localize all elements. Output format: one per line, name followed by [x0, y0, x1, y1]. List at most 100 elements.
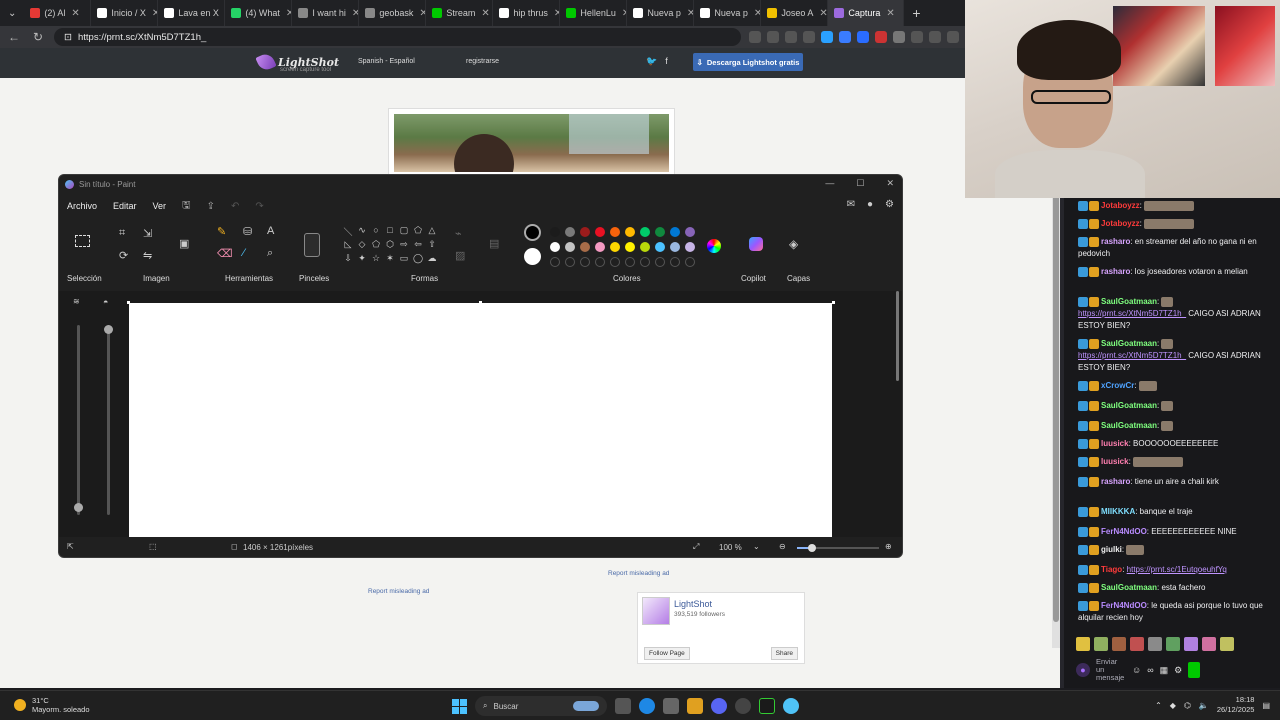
zoom-level[interactable]: 100 % [719, 543, 742, 552]
browser-tab[interactable]: (2) Al ✕ [24, 0, 92, 26]
minimize-icon[interactable]: — [825, 178, 834, 189]
chat-username[interactable]: rasharo [1101, 477, 1130, 486]
color-swatch[interactable] [580, 227, 590, 237]
callout-shape-icon[interactable]: ▭ [397, 253, 411, 267]
volume-icon[interactable]: 🔈 [1199, 701, 1209, 710]
browser-tab[interactable]: Joseo A ✕ [761, 0, 829, 26]
emote-icon[interactable] [1184, 637, 1198, 651]
tab-close-icon[interactable]: ✕ [419, 8, 425, 19]
fit-to-window-icon[interactable]: ⤢ [693, 542, 699, 552]
edit-colors-icon[interactable] [707, 239, 721, 253]
chat-username[interactable]: luusick [1101, 439, 1129, 448]
browser-tab[interactable]: Stream ✕ [426, 0, 494, 26]
screenshot-icon[interactable] [749, 31, 761, 43]
resize-icon[interactable]: ⇲ [143, 227, 152, 240]
color-swatch[interactable] [670, 242, 680, 252]
language-select[interactable]: Spanish - Español [358, 58, 415, 65]
selection-tool-icon[interactable] [75, 235, 90, 247]
color-swatch[interactable] [655, 227, 665, 237]
custom-color-slot[interactable] [595, 257, 605, 267]
browser-tab[interactable]: Lava en X✕ [158, 0, 226, 26]
color-swatch[interactable] [685, 242, 695, 252]
chat-username[interactable]: Tiago [1101, 565, 1122, 574]
triangle-shape-icon[interactable]: △ [425, 225, 439, 239]
new-tab-button[interactable]: + [904, 5, 928, 21]
menu-archivo[interactable]: Archivo [67, 201, 97, 211]
chat-username[interactable]: SaulGoatmaan [1101, 401, 1157, 410]
color-swatch[interactable] [565, 227, 575, 237]
send-button[interactable] [1188, 662, 1201, 678]
extension-icon[interactable] [821, 31, 833, 43]
oval-callout-shape-icon[interactable]: ◯ [411, 253, 425, 267]
custom-color-slot[interactable] [580, 257, 590, 267]
magnifier-icon[interactable]: ⌕ [267, 247, 273, 260]
chat-username[interactable]: rasharo [1101, 267, 1130, 276]
canvas-scrollbar[interactable] [895, 291, 900, 537]
paint-app-taskbar-icon[interactable] [783, 698, 799, 714]
copilot-icon[interactable] [749, 237, 763, 251]
color-swatch[interactable] [640, 242, 650, 252]
right-arrow-shape-icon[interactable]: ⇨ [397, 239, 411, 253]
zoom-in-icon[interactable]: ⊕ [885, 542, 892, 551]
color-swatch[interactable] [685, 227, 695, 237]
microphone-icon[interactable]: ● [1076, 663, 1090, 677]
text-icon[interactable]: A [267, 225, 274, 237]
zoom-out-icon[interactable]: ⊖ [779, 542, 786, 551]
chat-username[interactable]: SaulGoatmaan [1101, 421, 1157, 430]
custom-color-slot[interactable] [655, 257, 665, 267]
emote-icon[interactable] [1130, 637, 1144, 651]
notifications-icon[interactable]: ▤ [1262, 701, 1270, 710]
tab-close-icon[interactable]: ✕ [481, 8, 489, 19]
chat-username[interactable]: FerN4NdOO [1101, 527, 1147, 536]
rotate-icon[interactable]: ⟳ [119, 249, 128, 262]
chat-username[interactable]: Jotaboyzz [1101, 219, 1140, 228]
emote-icon[interactable] [1220, 637, 1234, 651]
crop-icon[interactable]: ⌗ [119, 227, 125, 240]
chat-username[interactable]: Jotaboyzz [1101, 201, 1140, 210]
share-icon[interactable]: ⇪ [207, 201, 215, 212]
chat-username[interactable]: MIIKKKA [1101, 507, 1135, 516]
report-ad-link[interactable]: Report misleading ad [608, 570, 669, 577]
layers-icon[interactable]: ◈ [789, 237, 798, 251]
image-effects-icon[interactable]: ▣ [179, 237, 189, 250]
file-explorer-icon[interactable] [687, 698, 703, 714]
color-swatch[interactable] [625, 242, 635, 252]
extension-icon[interactable] [893, 31, 905, 43]
cloud-callout-shape-icon[interactable]: ☁ [425, 253, 439, 267]
windows-start-icon[interactable] [452, 698, 467, 714]
color-swatch[interactable] [550, 242, 560, 252]
secondary-color[interactable] [524, 248, 541, 265]
emote-icon[interactable] [1202, 637, 1216, 651]
chat-username[interactable]: SaulGoatmaan [1101, 583, 1157, 592]
color-swatch[interactable] [610, 242, 620, 252]
puzzle-icon[interactable] [911, 31, 923, 43]
primary-color[interactable] [524, 224, 541, 241]
terminal-icon[interactable] [759, 698, 775, 714]
star4-shape-icon[interactable]: ✦ [355, 253, 369, 267]
flip-icon[interactable]: ⇋ [143, 249, 152, 262]
register-link[interactable]: registrarse [466, 58, 499, 65]
redo-icon[interactable]: ↷ [255, 201, 263, 212]
pencil-icon[interactable]: ✎ [217, 225, 226, 238]
tab-close-icon[interactable]: ✕ [886, 8, 894, 19]
back-icon[interactable]: ← [6, 30, 22, 44]
color-swatch[interactable] [595, 227, 605, 237]
screenshot-image[interactable] [388, 108, 675, 178]
color-swatch[interactable] [610, 227, 620, 237]
chat-username[interactable]: giulki [1101, 545, 1122, 554]
menu-icon[interactable] [947, 31, 959, 43]
chat-link[interactable]: https://prnt.sc/XtNm5D7TZ1h_ [1078, 309, 1186, 318]
clock[interactable]: 18:18 26/12/2025 [1217, 695, 1255, 715]
chat-settings-icon[interactable]: ⚙ [1174, 665, 1182, 676]
canvas-resize-handle[interactable] [127, 301, 130, 304]
tab-close-icon[interactable]: ✕ [71, 8, 79, 19]
emote-icon[interactable] [1076, 637, 1090, 651]
eraser-icon[interactable]: ⌫ [217, 247, 233, 260]
twitter-icon[interactable]: 🐦 [646, 56, 657, 67]
diamond-shape-icon[interactable]: ◇ [355, 239, 369, 253]
extension-icon[interactable] [839, 31, 851, 43]
oval-shape-icon[interactable]: ○ [369, 225, 383, 239]
lightshot-logo[interactable]: LightShot screen capture tool [255, 51, 339, 73]
download-button[interactable]: ⇩ Descarga Lightshot gratis [693, 53, 803, 71]
facebook-icon[interactable]: f [665, 56, 668, 67]
